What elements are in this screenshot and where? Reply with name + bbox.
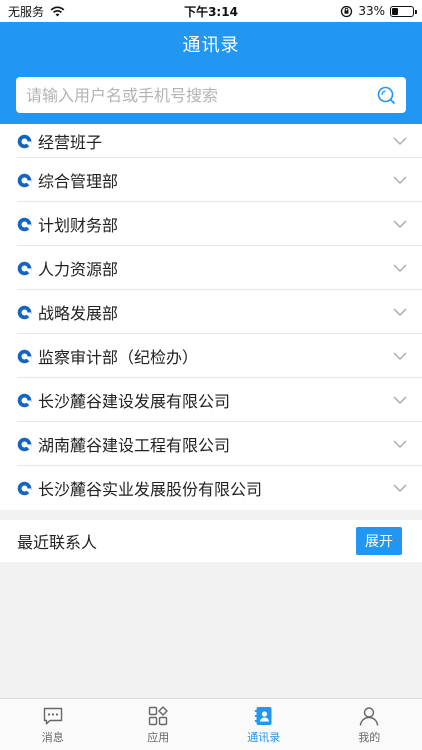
search-box[interactable] — [16, 77, 406, 113]
battery-fill — [392, 7, 399, 15]
department-item[interactable]: 长沙麓谷实业发展股份有限公司 — [0, 466, 422, 510]
department-label: 经营班子 — [38, 133, 103, 152]
recent-contacts-bar: 最近联系人 展开 — [0, 520, 422, 562]
tab-bar: 消息 应用 通讯录 我的 — [0, 698, 422, 750]
expand-button[interactable]: 展开 — [356, 527, 402, 555]
organization-icon — [17, 437, 32, 451]
tab-apps[interactable]: 应用 — [106, 699, 212, 750]
tab-contacts-label: 通讯录 — [247, 730, 281, 744]
department-item[interactable]: 战略发展部 — [0, 290, 422, 334]
chevron-down-icon[interactable] — [392, 436, 408, 452]
organization-icon — [17, 393, 32, 407]
department-item[interactable]: 计划财务部 — [0, 202, 422, 246]
chevron-down-icon[interactable] — [392, 172, 408, 188]
recent-contacts-title: 最近联系人 — [17, 533, 98, 552]
department-label: 长沙麓谷建设发展有限公司 — [38, 392, 231, 411]
message-icon — [43, 707, 62, 724]
department-item[interactable]: 监察审计部（纪检办） — [0, 334, 422, 378]
organization-icon — [17, 261, 32, 275]
chevron-down-icon[interactable] — [392, 216, 408, 232]
chevron-down-icon[interactable] — [392, 133, 408, 149]
department-item[interactable]: 综合管理部 — [0, 158, 422, 202]
department-label: 计划财务部 — [38, 216, 119, 235]
chevron-down-icon[interactable] — [392, 260, 408, 276]
carrier-label: 无服务 — [8, 4, 45, 19]
organization-icon — [17, 349, 32, 363]
tab-messages-label: 消息 — [41, 730, 64, 744]
department-label: 战略发展部 — [38, 304, 119, 323]
organization-icon — [17, 134, 32, 148]
department-label: 综合管理部 — [38, 172, 119, 191]
battery-percent: 33% — [358, 4, 385, 18]
department-item[interactable]: 经营班子 — [0, 124, 422, 158]
chevron-down-icon[interactable] — [392, 348, 408, 364]
department-label: 长沙麓谷实业发展股份有限公司 — [38, 480, 263, 499]
profile-icon — [360, 706, 379, 726]
chevron-down-icon[interactable] — [392, 392, 408, 408]
organization-icon — [17, 217, 32, 231]
chevron-down-icon[interactable] — [392, 304, 408, 320]
organization-icon — [17, 305, 32, 319]
status-left: 无服务 — [8, 3, 65, 20]
tab-messages[interactable]: 消息 — [0, 699, 106, 750]
tab-profile[interactable]: 我的 — [317, 699, 422, 750]
organization-icon — [17, 481, 32, 495]
tab-contacts[interactable]: 通讯录 — [211, 699, 317, 750]
department-list: 经营班子 综合管理部 计划财务部 人力资源部 战略发展部 监察审计部（纪检办） … — [0, 124, 422, 510]
search-icon[interactable] — [376, 85, 396, 105]
department-item[interactable]: 人力资源部 — [0, 246, 422, 290]
department-label: 监察审计部（纪检办） — [38, 348, 199, 367]
apps-icon — [149, 705, 168, 725]
department-label: 湖南麓谷建设工程有限公司 — [38, 436, 231, 455]
search-area — [0, 66, 422, 124]
contacts-icon — [254, 706, 272, 725]
header: 通讯录 — [0, 22, 422, 66]
status-time: 下午3:14 — [184, 4, 238, 19]
wifi-icon — [50, 6, 65, 16]
department-item[interactable]: 长沙麓谷建设发展有限公司 — [0, 378, 422, 422]
department-item[interactable]: 湖南麓谷建设工程有限公司 — [0, 422, 422, 466]
status-bar: 无服务 下午3:14 33% — [0, 0, 422, 22]
status-right: 33% — [340, 4, 417, 18]
battery-icon — [390, 5, 417, 17]
organization-icon — [17, 173, 32, 187]
page-title: 通讯录 — [182, 35, 240, 56]
tab-profile-label: 我的 — [358, 730, 381, 744]
tab-apps-label: 应用 — [147, 730, 170, 744]
department-label: 人力资源部 — [38, 260, 119, 279]
rotation-lock-icon — [341, 5, 353, 17]
chevron-down-icon[interactable] — [392, 480, 408, 496]
search-input[interactable] — [26, 85, 356, 105]
